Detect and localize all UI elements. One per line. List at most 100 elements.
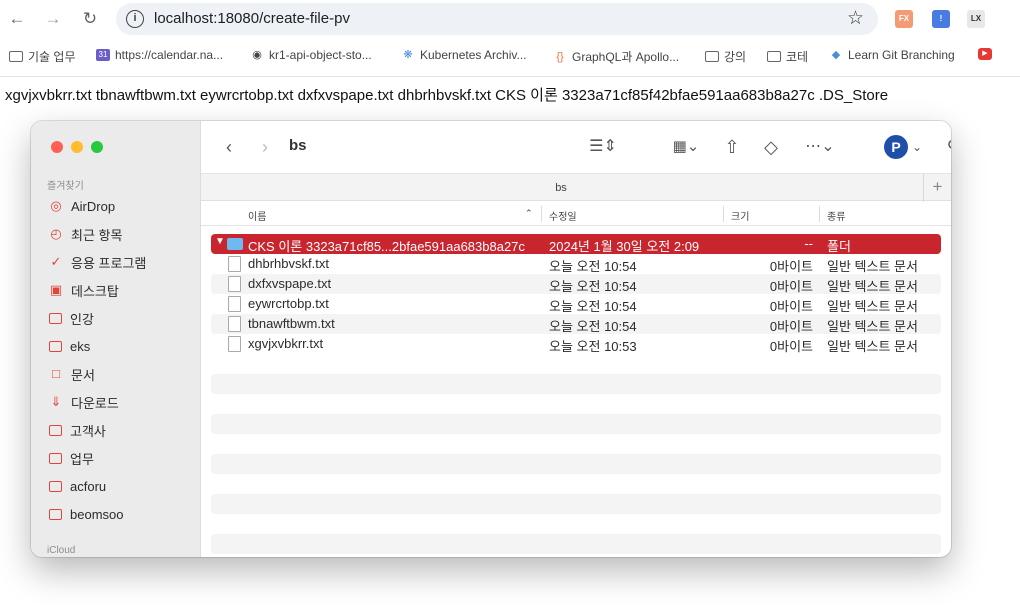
add-tab-button[interactable]: + xyxy=(923,174,951,202)
bookmark-item[interactable]: ▶ xyxy=(978,48,992,60)
folder-icon xyxy=(49,508,62,520)
share-icon[interactable]: ⇧ xyxy=(722,135,742,159)
folder-icon xyxy=(49,340,62,352)
column-size-header[interactable]: 크기 xyxy=(731,208,749,223)
window-title: bs xyxy=(289,137,307,154)
sidebar-item-label: 고객사 xyxy=(70,423,106,439)
browser-toolbar: ← → ↻ i localhost:18080/create-file-pv ☆… xyxy=(0,0,1020,77)
bookmark-item[interactable]: 기술 업무 xyxy=(9,48,76,65)
bookmarks-bar: 기술 업무 31 https://calendar.na... ◉ kr1-api-… xyxy=(0,44,1020,68)
path-bar: bs + xyxy=(201,173,951,202)
globe-icon: ◉ xyxy=(252,49,262,61)
folder-icon xyxy=(49,424,62,436)
sidebar-item-folder[interactable]: acforu xyxy=(49,475,106,497)
bookmark-label: Learn Git Branching xyxy=(848,48,955,62)
bookmark-star-icon[interactable]: ☆ xyxy=(847,7,864,30)
column-separator[interactable] xyxy=(723,206,724,222)
sidebar-item-downloads[interactable]: ⇓ 다운로드 xyxy=(49,391,119,413)
folder-icon xyxy=(705,51,719,62)
bookmark-label: https://calendar.na... xyxy=(115,48,224,62)
bookmark-label: kr1-api-object-sto... xyxy=(269,48,372,62)
column-separator[interactable] xyxy=(819,206,820,222)
sidebar-item-eks[interactable]: eks xyxy=(49,335,90,357)
bookmark-label: Kubernetes Archiv... xyxy=(420,48,527,62)
sidebar-item-label: acforu xyxy=(70,478,107,494)
youtube-icon: ▶ xyxy=(978,48,992,60)
bookmark-item[interactable]: 코테 xyxy=(767,48,808,65)
path-title: bs xyxy=(555,182,567,194)
sidebar-item-label: 인강 xyxy=(70,311,94,327)
sidebar-item-folder[interactable]: beomsoo xyxy=(49,503,123,525)
desktop-icon: ▣ xyxy=(49,282,63,297)
sidebar-item-label: 다운로드 xyxy=(71,395,119,411)
folder-icon xyxy=(49,312,62,324)
folder-icon xyxy=(767,51,781,62)
bookmark-item[interactable]: 31 https://calendar.na... xyxy=(96,48,223,62)
column-date-header[interactable]: 수정일 xyxy=(549,208,577,223)
finder-sidebar: 즐겨찾기 ◎ AirDrop ◴ 최근 항목 ✓ 응용 프로그램 ▣ 데스크탑 인강 e… xyxy=(31,121,201,557)
bookmark-item[interactable]: {} GraphQL과 Apollo... xyxy=(553,48,679,65)
finder-toolbar: ‹ › bs ☰⇕ ▦⌄ ⇧ ◇ ⋯⌄ P ⌄ ⚲ xyxy=(201,121,951,173)
airdrop-icon: ◎ xyxy=(50,198,62,213)
address-bar[interactable]: i localhost:18080/create-file-pv ☆ xyxy=(116,3,878,35)
tag-icon[interactable]: ◇ xyxy=(761,135,781,159)
sidebar-item-desktop[interactable]: ▣ 데스크탑 xyxy=(49,279,119,301)
column-separator[interactable] xyxy=(541,206,542,222)
group-icon[interactable]: ▦⌄ xyxy=(666,135,706,159)
reload-icon[interactable]: ↻ xyxy=(80,9,100,29)
folder-icon xyxy=(49,452,62,464)
column-headers: 이름 ⌃ 수정일 크기 종류 xyxy=(201,202,951,226)
sidebar-item-label: beomsoo xyxy=(70,506,124,522)
git-icon: ◆ xyxy=(831,49,841,61)
search-icon[interactable]: ⚲ xyxy=(943,135,951,159)
bookmark-item[interactable]: ❋ Kubernetes Archiv... xyxy=(401,48,527,62)
sidebar-item-recents[interactable]: ◴ 최근 항목 xyxy=(49,223,122,245)
download-icon: ⇓ xyxy=(50,394,62,409)
forward-icon[interactable]: → xyxy=(43,9,63,29)
extension-icon[interactable]: FX xyxy=(895,10,913,28)
sidebar-item-documents[interactable]: □ 문서 xyxy=(49,363,95,385)
page-text: xgvjxvbkrr.txt tbnawftbwm.txt eywrcrtobp… xyxy=(5,87,889,104)
sidebar-item-label: 최근 항목 xyxy=(71,227,123,243)
folder-icon xyxy=(9,51,23,62)
minimize-window-icon[interactable] xyxy=(71,141,83,153)
bookmark-item[interactable]: ◉ kr1-api-object-sto... xyxy=(250,48,372,62)
sidebar-item-folder[interactable]: 인강 xyxy=(49,307,94,329)
column-name-header[interactable]: 이름 xyxy=(248,208,266,223)
sidebar-item-folder[interactable]: 고객사 xyxy=(49,419,106,441)
bookmark-label: GraphQL과 Apollo... xyxy=(572,50,680,64)
sidebar-item-folder[interactable]: 업무 xyxy=(49,447,94,469)
sidebar-item-label: 문서 xyxy=(71,367,95,383)
calendar-icon: 31 xyxy=(96,49,110,61)
lx-extension-icon[interactable]: LX xyxy=(967,10,985,28)
forward-icon[interactable]: › xyxy=(255,135,275,159)
sidebar-item-label: eks xyxy=(70,338,91,354)
zoom-window-icon[interactable] xyxy=(91,141,103,153)
sidebar-item-label: 응용 프로그램 xyxy=(71,255,147,271)
finder-window: 즐겨찾기 ◎ AirDrop ◴ 최근 항목 ✓ 응용 프로그램 ▣ 데스크탑 인강 e… xyxy=(31,121,951,557)
back-icon[interactable]: ← xyxy=(7,9,27,29)
sidebar-item-label: 데스크탑 xyxy=(71,283,119,299)
bookmark-item[interactable]: 강의 xyxy=(705,48,746,65)
column-kind-header[interactable]: 종류 xyxy=(827,208,845,223)
bookmark-item[interactable]: ◆ Learn Git Branching xyxy=(829,48,955,62)
sidebar-item-applications[interactable]: ✓ 응용 프로그램 xyxy=(49,251,147,273)
list-view-icon[interactable]: ☰⇕ xyxy=(583,135,623,159)
graphql-icon: {} xyxy=(556,50,564,63)
chevron-down-icon[interactable]: ⌄ xyxy=(910,135,924,159)
icloud-section-label: iCloud xyxy=(47,545,76,556)
profile-icon[interactable]: P xyxy=(884,135,908,159)
sidebar-item-airdrop[interactable]: ◎ AirDrop xyxy=(49,195,115,217)
sidebar-item-label: AirDrop xyxy=(71,198,116,214)
back-icon[interactable]: ‹ xyxy=(219,135,239,159)
close-window-icon[interactable] xyxy=(51,141,63,153)
clock-icon: ◴ xyxy=(50,226,62,241)
applications-icon: ✓ xyxy=(50,254,62,269)
bookmark-label: 강의 xyxy=(724,50,747,64)
shield-extension-icon[interactable]: ! xyxy=(932,10,950,28)
site-info-icon[interactable]: i xyxy=(126,10,144,28)
sort-up-icon[interactable]: ⌃ xyxy=(525,208,533,219)
more-actions-icon[interactable]: ⋯⌄ xyxy=(802,135,838,159)
url-text[interactable]: localhost:18080/create-file-pv xyxy=(154,10,350,27)
bookmark-label: 코테 xyxy=(786,50,809,64)
